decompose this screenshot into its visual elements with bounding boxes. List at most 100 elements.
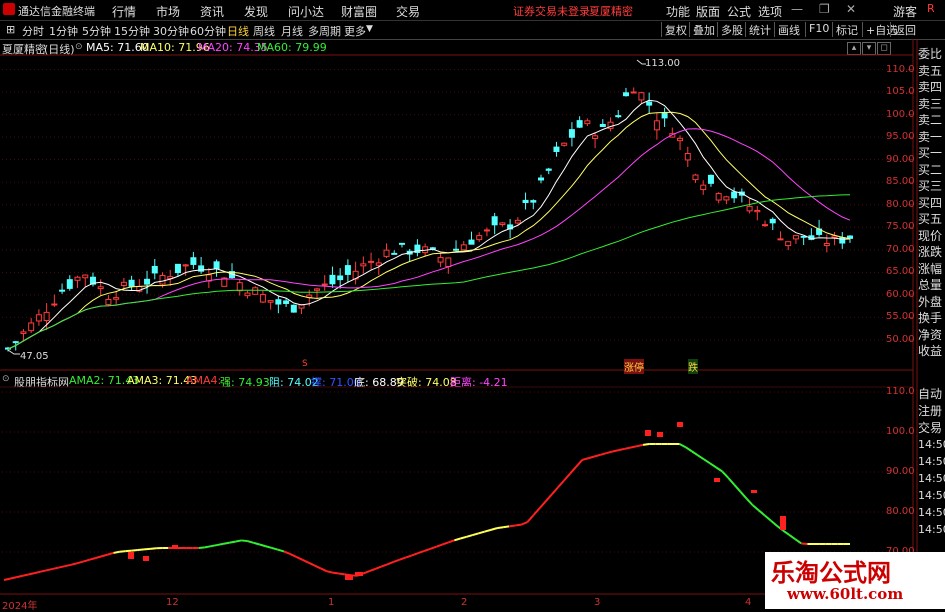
watermark-url: www.60lt.com [787,585,903,603]
indicator-line [418,551,424,553]
y-axis-label: 75.00 [886,221,915,232]
indicator-line [643,444,649,445]
signal-s-marker: S [302,359,308,369]
indicator-line [546,494,552,501]
side-panel-item[interactable]: 买四 [918,194,945,211]
candle-body [461,245,466,250]
side-panel-action[interactable]: 自动 [918,385,945,402]
indicator-line [540,501,546,508]
side-panel-item[interactable]: 委比 [918,45,945,62]
x-label-mar: 3 [594,597,600,608]
indicator-line [144,549,150,550]
x-label-dec: 12 [166,597,179,608]
candle-body [469,240,474,244]
indicator-line [680,444,686,447]
side-panel-item[interactable]: 总量 [918,276,945,293]
indicator-line [789,535,795,539]
indicator-line [692,451,698,455]
candle-body [492,217,497,225]
indicator-line [363,571,369,573]
indicator-line [375,567,381,569]
side-panel-item[interactable]: 卖四 [918,78,945,95]
indicator-line [406,555,412,557]
candle-body [384,250,389,256]
indicator-line [247,541,253,543]
side-panel-item[interactable]: 净资 [918,326,945,343]
side-panel-time: 14:50 [918,455,945,468]
side-panel-item[interactable]: 收益 [918,342,945,359]
y-axis-label: 105.0 [886,86,915,97]
ma10-line [8,112,850,349]
side-panel-item[interactable]: 卖三 [918,95,945,112]
indicator-line [564,474,570,481]
candle-body [546,169,551,170]
candle-body [183,265,188,266]
side-panel-item[interactable]: 卖二 [918,111,945,128]
side-panel-action[interactable]: 交易 [918,419,945,436]
candle-body [268,301,273,303]
side-panel-item[interactable]: 卖五 [918,62,945,79]
side-panel-item[interactable]: 涨幅 [918,260,945,277]
side-panel-item[interactable]: 买五 [918,210,945,227]
side-panel-item[interactable]: 外盘 [918,293,945,310]
indicator-line [95,556,101,558]
candle-body [562,143,567,145]
candle-body [260,295,265,302]
candle-body [701,185,706,189]
indicator-line [607,451,613,453]
candle-body [152,266,157,272]
side-panel-item[interactable]: 换手 [918,309,945,326]
indicator-line [588,457,594,459]
indicator-line [16,576,22,577]
side-panel-item[interactable]: 涨跌 [918,243,945,260]
candle-body [369,261,374,262]
side-panel-time: 14:50 [918,472,945,485]
sub-y-axis-label: 80.00 [886,506,915,517]
indicator-line [759,510,765,515]
candle-body [724,197,729,200]
side-panel-item[interactable]: 现价 [918,227,945,244]
indicator-line [436,545,442,547]
indicator-line [619,449,625,450]
candle-body [60,290,65,291]
candle-body [98,287,103,289]
candle-body [338,276,343,280]
indicator-line [734,485,740,492]
indicator-line [260,545,266,547]
sub-y-axis-label: 110.0 [886,386,915,397]
candle-body [793,236,798,239]
side-panel-item[interactable]: 买三 [918,177,945,194]
indicator-line [41,570,47,571]
candle-body [593,136,598,139]
indicator-line [369,569,375,571]
side-panel-item[interactable]: 卖一 [918,128,945,145]
indicator-bar [677,422,683,427]
candle-body [539,178,544,180]
indicator-line [217,544,223,545]
watermark: 乐淘公式网 www.60lt.com [765,552,945,609]
indicator-line [10,577,16,578]
indicator-line [308,563,314,566]
indicator-line [284,551,290,553]
kline-chart[interactable] [0,0,945,609]
indicator-line [430,547,436,549]
indicator-bar [645,430,651,436]
indicator-line [473,533,479,535]
side-panel-action[interactable]: 注册 [918,402,945,419]
indicator-line [138,549,144,550]
candle-body [75,277,80,280]
side-panel-item[interactable]: 买二 [918,161,945,178]
side-panel-time: 14:50 [918,489,945,502]
indicator-line [454,539,460,541]
candle-body [531,201,536,203]
indicator-line [613,450,619,451]
y-axis-label: 100.0 [886,109,915,120]
indicator-line [600,453,606,455]
indicator-line [339,573,345,574]
indicator-line [223,543,229,544]
indicator-bar [143,556,149,561]
indicator-line [132,550,138,551]
indicator-line [747,499,753,506]
indicator-line [59,566,65,567]
side-panel-item[interactable]: 买一 [918,144,945,161]
